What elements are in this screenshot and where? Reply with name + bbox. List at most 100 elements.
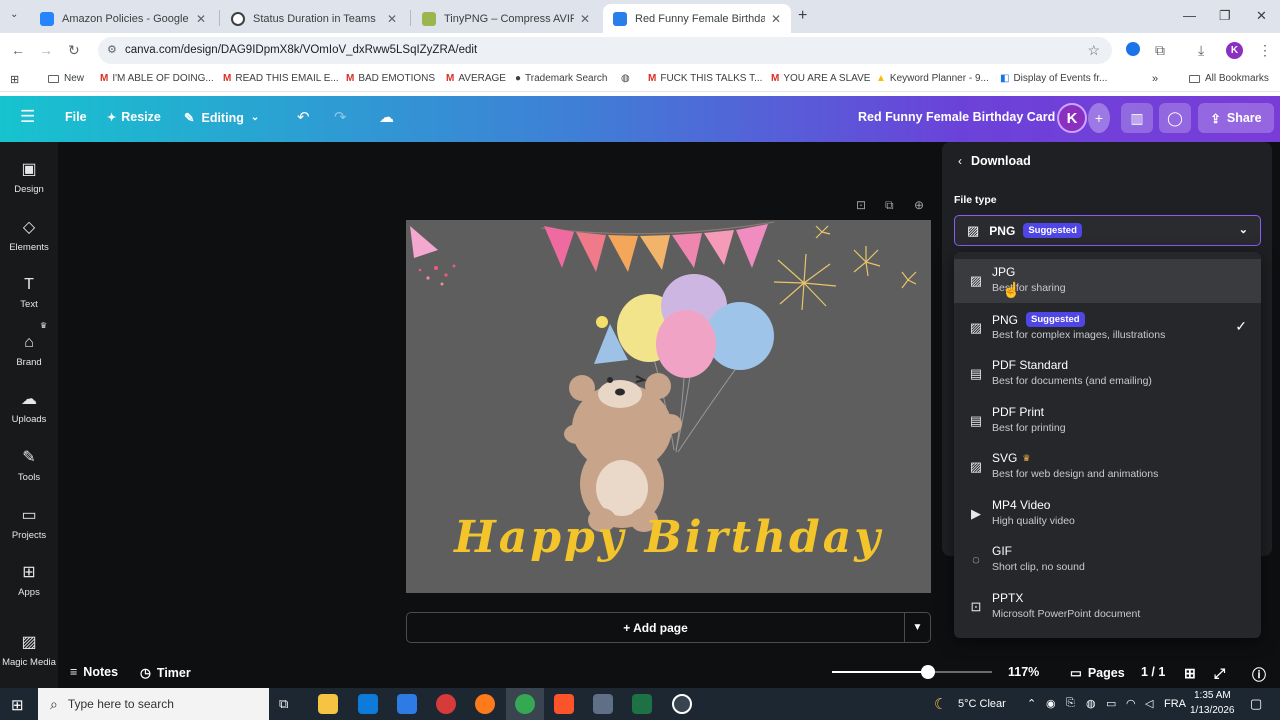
- page-counter[interactable]: 1 / 1: [1141, 665, 1165, 679]
- reload-icon[interactable]: ↻: [68, 42, 80, 59]
- tray-icon[interactable]: ⎘: [1066, 697, 1075, 710]
- task-view-icon[interactable]: ⧉: [279, 696, 288, 712]
- add-page-icon[interactable]: ⊕: [914, 198, 924, 212]
- close-window-icon[interactable]: ✕: [1256, 8, 1267, 24]
- notifications-icon[interactable]: ▢: [1250, 696, 1262, 712]
- wifi-icon[interactable]: ◠: [1126, 697, 1136, 710]
- bookmark-new[interactable]: New: [48, 73, 84, 84]
- minimize-icon[interactable]: —: [1183, 8, 1196, 23]
- forward-icon[interactable]: →: [39, 42, 53, 58]
- user-avatar[interactable]: K: [1057, 103, 1087, 133]
- profile-avatar[interactable]: K: [1226, 42, 1243, 59]
- bookmark-gmail-3[interactable]: M BAD EMOTIONS: [346, 73, 435, 84]
- clock-time[interactable]: 1:35 AM: [1194, 690, 1231, 701]
- close-tab-icon[interactable]: ✕: [580, 12, 590, 26]
- bookmark-globe[interactable]: ◍: [621, 73, 630, 84]
- tab-canva-design[interactable]: Red Funny Female Birthday Car ✕: [603, 4, 791, 33]
- pages-button[interactable]: ▭ Pages: [1070, 665, 1125, 681]
- address-bar[interactable]: ⚙ canva.com/design/DAG9IDpmX8k/VOmIoV_dx…: [98, 37, 1112, 64]
- zoom-slider[interactable]: [832, 665, 992, 679]
- insights-button[interactable]: ▥: [1121, 103, 1153, 133]
- bookmark-gmail-2[interactable]: M READ THIS EMAIL E...: [223, 73, 339, 84]
- design-title[interactable]: Red Funny Female Birthday Card: [858, 110, 1055, 124]
- bookmark-display-events[interactable]: ◧ Display of Events fr...: [1000, 73, 1107, 84]
- resize-button[interactable]: ✦ Resize: [107, 110, 161, 124]
- file-menu[interactable]: File: [65, 110, 87, 124]
- app-icon[interactable]: [672, 694, 692, 714]
- zoom-slider-knob[interactable]: [921, 665, 935, 679]
- rail-design[interactable]: ▣ Design: [0, 160, 58, 195]
- editing-mode-button[interactable]: ✎ Editing ⌄: [184, 110, 259, 126]
- download-icon[interactable]: ⤓: [1198, 42, 1204, 59]
- extensions-puzzle-icon[interactable]: ⧉: [1155, 42, 1165, 59]
- add-page-options-button[interactable]: ▼: [904, 612, 931, 643]
- timer-button[interactable]: ◷ Timer: [140, 665, 191, 681]
- card-greeting-text[interactable]: Happy Birthday: [406, 512, 931, 563]
- file-type-select[interactable]: ▨ PNG Suggested ⌄: [954, 215, 1261, 246]
- add-page-button[interactable]: + Add page: [406, 612, 905, 643]
- back-icon[interactable]: ←: [11, 42, 25, 58]
- option-jpg[interactable]: ▨ JPG Best for sharing ☝: [954, 259, 1261, 303]
- bookmark-gmail-5[interactable]: M FUCK THIS TALKS T...: [648, 73, 762, 84]
- option-pdf-standard[interactable]: ▤ PDF Standard Best for documents (and e…: [954, 352, 1261, 396]
- store-icon[interactable]: [397, 694, 417, 714]
- redo-icon[interactable]: ↷: [334, 108, 347, 126]
- option-gif[interactable]: ◌ GIF Short clip, no sound: [954, 538, 1261, 582]
- show-hidden-icons[interactable]: ⌃: [1027, 697, 1036, 710]
- help-icon[interactable]: ⓘ: [1252, 665, 1266, 685]
- tab-search-icon[interactable]: ⌄: [10, 9, 18, 20]
- volume-icon[interactable]: ◁: [1145, 697, 1153, 710]
- bookmark-gmail-4[interactable]: M AVERAGE: [446, 73, 506, 84]
- rail-uploads[interactable]: ☁ Uploads: [0, 390, 58, 425]
- extension-icon[interactable]: [1126, 42, 1140, 56]
- birthday-card-page[interactable]: Happy Birthday: [406, 220, 931, 593]
- grid-view-icon[interactable]: ⊞: [1184, 665, 1196, 682]
- new-tab-icon[interactable]: +: [798, 7, 807, 25]
- rail-text[interactable]: T Text: [0, 275, 58, 310]
- calculator-icon[interactable]: [593, 694, 613, 714]
- windows-start-icon[interactable]: ⊞: [11, 696, 24, 714]
- excel-icon[interactable]: [632, 694, 652, 714]
- brave-icon[interactable]: [554, 694, 574, 714]
- rail-elements[interactable]: ◇ Elements: [0, 218, 58, 253]
- option-svg[interactable]: ▨ SVG ♛ Best for web design and animation…: [954, 445, 1261, 489]
- language-indicator[interactable]: FRA: [1164, 698, 1186, 710]
- tab-status-duration[interactable]: Status Duration in Teams ✕: [221, 4, 407, 33]
- option-pdf-print[interactable]: ▤ PDF Print Best for printing: [954, 399, 1261, 443]
- rail-apps[interactable]: ⊞ Apps: [0, 563, 58, 598]
- undo-icon[interactable]: ↶: [297, 108, 310, 126]
- notes-button[interactable]: ≡ Notes: [70, 665, 118, 679]
- url-text[interactable]: canva.com/design/DAG9IDpmX8k/VOmIoV_dxRw…: [125, 44, 477, 56]
- option-pptx[interactable]: ⊡ PPTX Microsoft PowerPoint document: [954, 585, 1261, 629]
- browser-menu-icon[interactable]: ⋮: [1258, 42, 1272, 59]
- duplicate-page-icon[interactable]: ⧉: [885, 198, 894, 213]
- clock-date[interactable]: 1/13/2026: [1190, 705, 1235, 716]
- close-tab-icon[interactable]: ✕: [771, 12, 781, 26]
- hamburger-menu-icon[interactable]: ☰: [20, 107, 35, 127]
- lock-icon[interactable]: ⊡: [856, 198, 866, 212]
- all-bookmarks[interactable]: All Bookmarks: [1189, 73, 1269, 84]
- rail-projects[interactable]: ▭ Projects: [0, 506, 58, 541]
- fullscreen-icon[interactable]: ⤢: [1214, 665, 1225, 682]
- app-icon[interactable]: [358, 694, 378, 714]
- more-bookmarks-icon[interactable]: »: [1152, 73, 1158, 85]
- network-icon[interactable]: ▭: [1106, 697, 1116, 710]
- share-button[interactable]: ⇪ Share: [1198, 103, 1274, 133]
- apps-grid-icon[interactable]: ⊞: [10, 73, 19, 86]
- weather-text[interactable]: 5°C Clear: [958, 698, 1006, 710]
- option-png[interactable]: ▨ PNG Suggested Best for complex images, …: [954, 306, 1261, 350]
- site-info-icon[interactable]: ⚙: [107, 43, 117, 56]
- rail-magic-media[interactable]: ▨ Magic Media: [0, 633, 58, 668]
- tab-amazon-policies[interactable]: Amazon Policies - Google Docs ✕: [30, 4, 216, 33]
- comments-button[interactable]: ◯: [1159, 103, 1191, 133]
- bookmark-keyword-planner[interactable]: ▲ Keyword Planner - 9...: [876, 73, 989, 84]
- tab-tinypng[interactable]: TinyPNG – Compress AVIF, Web ✕: [412, 4, 600, 33]
- cloud-save-icon[interactable]: ☁: [379, 108, 394, 126]
- back-chevron-icon[interactable]: ‹: [958, 154, 962, 168]
- bookmark-gmail-1[interactable]: M I'M ABLE OF DOING...: [100, 73, 214, 84]
- add-collaborator-button[interactable]: +: [1088, 103, 1110, 133]
- tray-icon[interactable]: ◉: [1046, 697, 1056, 710]
- option-mp4[interactable]: ▶ MP4 Video High quality video: [954, 492, 1261, 536]
- zoom-level[interactable]: 117%: [1008, 665, 1039, 679]
- file-explorer-icon[interactable]: [318, 694, 338, 714]
